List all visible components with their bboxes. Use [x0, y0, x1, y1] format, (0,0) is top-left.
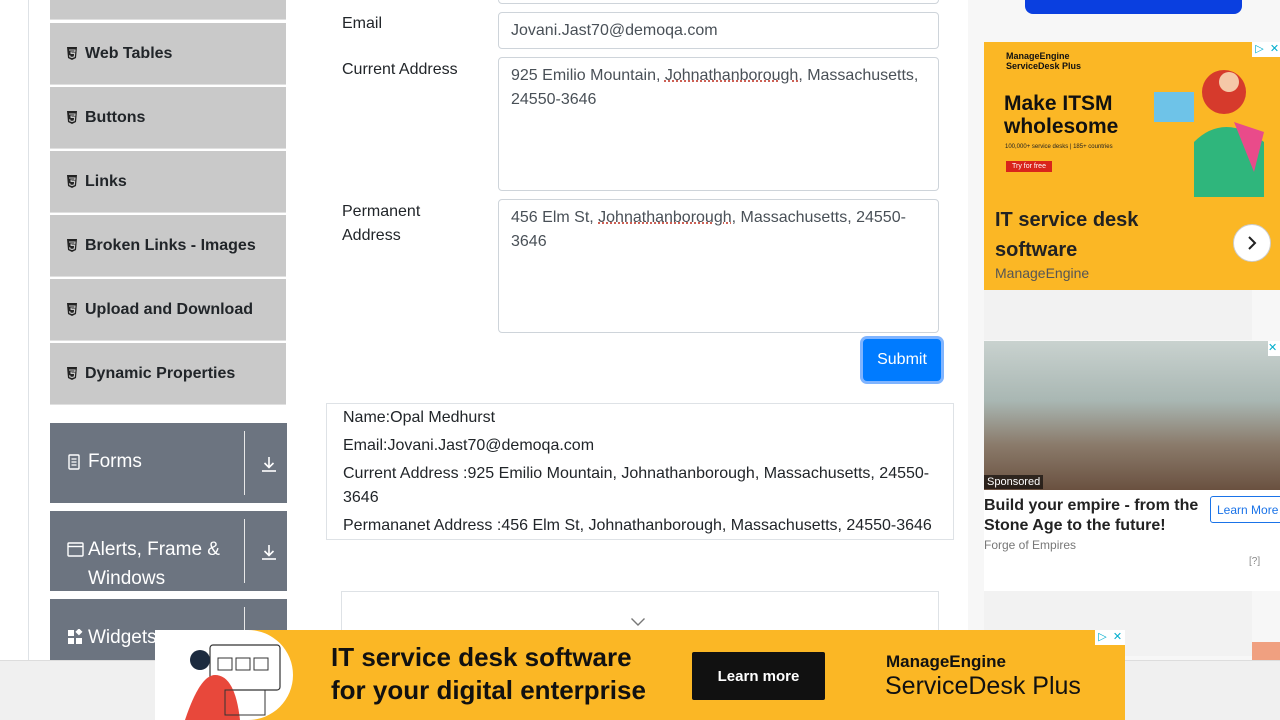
sidebar-item-label: Broken Links - Images	[85, 237, 256, 255]
current-address-text: 925 Emilio Mountain,	[511, 67, 665, 84]
adchoices-icon[interactable]: ▷ ✕	[1095, 630, 1125, 645]
learn-more-button[interactable]: Learn More	[1210, 496, 1280, 523]
ad-managengine[interactable]: ManageEngine ServiceDesk Plus Make ITSM w…	[984, 42, 1280, 290]
output-box: Name:Opal Medhurst Email:Jovani.Jast70@d…	[326, 403, 954, 540]
html5-icon	[66, 111, 78, 124]
banner-illustration	[155, 630, 293, 720]
sidebar: Web Tables Buttons Links Broken Links - …	[50, 0, 287, 660]
sidebar-item-buttons[interactable]: Buttons	[50, 87, 286, 149]
ad2-source: Forge of Empires	[984, 538, 1076, 552]
adchoices-icon[interactable]: ▷ ✕	[1252, 42, 1280, 57]
html5-icon	[66, 303, 78, 316]
output-permanent-address: Permananet Address :456 Elm St, Johnatha…	[343, 514, 937, 538]
output-name: Name:Opal Medhurst	[343, 406, 937, 430]
ad-help[interactable]: [?]	[1249, 556, 1260, 567]
group-label: Alerts, Frame & Windows	[88, 535, 238, 593]
widgets-icon	[67, 629, 83, 645]
banner-message: IT service desk software for your digita…	[331, 641, 646, 707]
divider	[244, 519, 245, 583]
banner-logo-bottom: ServiceDesk Plus	[885, 672, 1081, 701]
current-address-field[interactable]: 925 Emilio Mountain, Johnathanborough, M…	[498, 57, 939, 191]
previous-field[interactable]	[498, 0, 939, 4]
submit-button[interactable]: Submit	[863, 339, 941, 381]
spellcheck-word: Johnathanborough	[665, 67, 798, 84]
sidebar-item-label: Web Tables	[85, 45, 172, 63]
sidebar-item-upload-download[interactable]: Upload and Download	[50, 279, 286, 341]
sidebar-item-label: Links	[85, 173, 127, 191]
ad-tagline: 100,000+ service desks | 185+ countries	[1005, 144, 1113, 150]
html5-icon	[66, 47, 78, 60]
download-arrow-icon[interactable]	[260, 543, 278, 561]
output-current-address: Current Address :925 Emilio Mountain, Jo…	[343, 462, 937, 510]
sidebar-item-web-tables[interactable]: Web Tables	[50, 23, 286, 85]
current-address-label: Current Address	[342, 58, 458, 82]
permanent-address-text: 456 Elm St,	[511, 209, 598, 226]
ad-brand: ManageEngine	[995, 265, 1089, 281]
document-icon	[67, 454, 83, 470]
sidebar-item-links[interactable]: Links	[50, 151, 286, 213]
ad-forge-of-empires[interactable]: Sponsored Build your empire - from the S…	[984, 341, 1280, 591]
ad-try-button[interactable]: Try for free	[1006, 161, 1052, 172]
html5-icon	[66, 239, 78, 252]
ad-edge	[1252, 642, 1280, 660]
sidebar-item-dynamic-properties[interactable]: Dynamic Properties	[50, 343, 286, 405]
banner-learn-more-button[interactable]: Learn more	[692, 652, 825, 700]
html5-icon	[66, 175, 78, 188]
window-icon	[67, 542, 83, 558]
bottom-banner-ad[interactable]: IT service desk software for your digita…	[155, 630, 1125, 720]
next-arrow-icon[interactable]	[1233, 224, 1271, 262]
sidebar-item-broken-links[interactable]: Broken Links - Images	[50, 215, 286, 277]
sidebar-item-label: Buttons	[85, 109, 145, 127]
sidebar-group-alerts[interactable]: Alerts, Frame & Windows	[50, 511, 287, 591]
output-email: Email:Jovani.Jast70@demoqa.com	[343, 434, 937, 458]
sidebar-item-label: Upload and Download	[85, 301, 253, 319]
close-icon[interactable]: ✕	[1268, 341, 1280, 356]
top-blue-button[interactable]	[1025, 0, 1242, 14]
spellcheck-word: Johnathanborough	[598, 209, 731, 226]
email-value: Jovani.Jast70@demoqa.com	[511, 22, 718, 39]
group-label: Forms	[88, 447, 238, 476]
ad-headline: Make ITSM wholesome	[1004, 92, 1144, 138]
html5-icon	[66, 367, 78, 380]
divider	[244, 431, 245, 495]
ad-image	[984, 341, 1280, 490]
sponsored-label: Sponsored	[984, 475, 1043, 489]
left-gutter	[0, 0, 29, 660]
ad-title: IT service desk software	[995, 205, 1195, 265]
banner-logo-top: ManageEngine	[886, 652, 1006, 672]
permanent-address-label: Permanent Address	[342, 200, 462, 248]
permanent-address-field[interactable]: 456 Elm St, Johnathanborough, Massachuse…	[498, 199, 939, 333]
sidebar-item-label: Dynamic Properties	[85, 365, 235, 383]
ad-background	[984, 290, 1252, 340]
ad2-title: Build your empire - from the Stone Age t…	[984, 496, 1204, 536]
ad-logo: ManageEngine ServiceDesk Plus	[1006, 51, 1081, 71]
ad-illustration	[1134, 52, 1274, 197]
download-arrow-icon[interactable]	[260, 455, 278, 473]
email-field[interactable]: Jovani.Jast70@demoqa.com	[498, 12, 939, 49]
sidebar-item-previous[interactable]	[50, 0, 286, 20]
sidebar-group-forms[interactable]: Forms	[50, 423, 287, 503]
email-label: Email	[342, 12, 382, 36]
